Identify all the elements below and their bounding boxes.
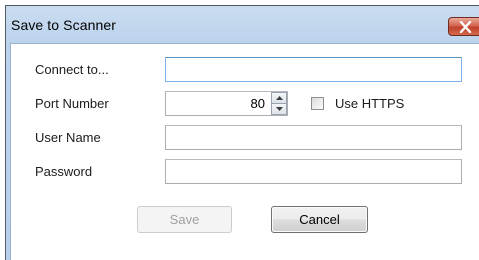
window-title: Save to Scanner bbox=[11, 17, 117, 33]
port-decrement-button[interactable] bbox=[271, 104, 287, 115]
cancel-button[interactable]: Cancel bbox=[271, 206, 368, 233]
save-button[interactable]: Save bbox=[137, 206, 232, 233]
connect-to-label: Connect to... bbox=[35, 62, 109, 77]
close-icon bbox=[459, 21, 472, 33]
port-number-stepper[interactable] bbox=[165, 91, 288, 116]
port-spin-buttons bbox=[271, 92, 287, 115]
port-number-input[interactable] bbox=[165, 91, 288, 116]
user-name-input[interactable] bbox=[165, 125, 462, 150]
use-https-label[interactable]: Use HTTPS bbox=[335, 96, 404, 111]
title-bar[interactable]: Save to Scanner bbox=[6, 6, 479, 43]
password-label: Password bbox=[35, 164, 93, 179]
password-input[interactable] bbox=[165, 159, 462, 184]
port-number-label: Port Number bbox=[35, 96, 109, 111]
port-increment-button[interactable] bbox=[271, 92, 287, 104]
arrow-up-icon bbox=[275, 96, 283, 100]
user-name-label: User Name bbox=[35, 130, 101, 145]
connect-to-input[interactable] bbox=[165, 57, 462, 82]
use-https-checkbox[interactable] bbox=[311, 97, 324, 110]
arrow-down-icon bbox=[275, 107, 283, 111]
close-button[interactable] bbox=[448, 17, 479, 36]
dialog-window: Save to Scanner Connect to... Port Numbe… bbox=[5, 5, 479, 260]
dialog-body: Connect to... Port Number Use HTTPS User… bbox=[10, 43, 479, 260]
